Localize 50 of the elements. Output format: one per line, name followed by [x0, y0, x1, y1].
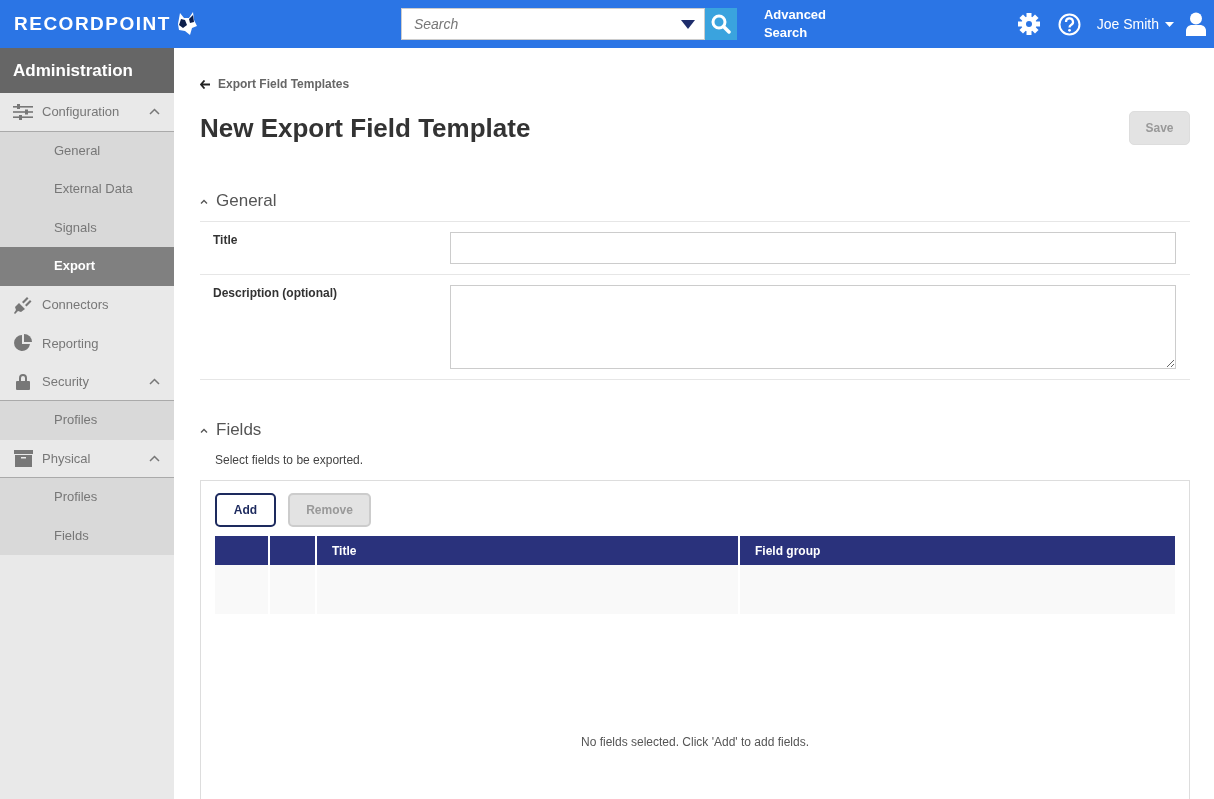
nav-subitem[interactable]: General: [0, 131, 174, 170]
page-title: New Export Field Template: [200, 112, 532, 144]
nav-subitem[interactable]: Fields: [0, 516, 174, 555]
plug-icon: [13, 295, 33, 314]
back-arrow-icon[interactable]: [200, 79, 210, 89]
logo: RECORDPOINT: [14, 13, 171, 35]
chevron-icon[interactable]: [149, 377, 160, 385]
field-label: Description (optional): [213, 285, 338, 300]
header-cell: [215, 536, 269, 565]
collapse-caret-icon[interactable]: [200, 427, 208, 433]
archive-box-icon: [13, 449, 33, 467]
help-icon[interactable]: [1057, 12, 1081, 36]
user-icon[interactable]: [1186, 12, 1206, 36]
nav-subitem[interactable]: Profiles: [0, 401, 174, 440]
header-cell: [269, 536, 316, 565]
nav-item[interactable]: Configuration: [0, 93, 174, 132]
advanced-search-link[interactable]: Advanced Search: [763, 6, 834, 42]
caret-icon: [1165, 21, 1174, 27]
user-menu[interactable]: Joe Smith: [1096, 16, 1174, 32]
column-header[interactable]: Field group: [739, 536, 1175, 565]
section-title: General: [216, 191, 277, 211]
settings-icon[interactable]: [1017, 13, 1040, 35]
sidebar-title: Administration: [0, 48, 174, 93]
collapse-caret-icon[interactable]: [200, 198, 208, 204]
pie-chart-icon: [14, 334, 32, 353]
empty-message: No fields selected. Click 'Add' to add fields.: [581, 735, 809, 749]
nav-subitem[interactable]: Signals: [0, 208, 174, 247]
search-icon: [710, 14, 731, 34]
table-cell: [269, 565, 316, 614]
wolf-head-icon: [176, 11, 197, 37]
input-field[interactable]: [450, 232, 1176, 264]
action-button[interactable]: Add: [215, 493, 276, 527]
hint-text: Select fields to be exported.: [215, 453, 364, 467]
nav-subitem[interactable]: External Data: [0, 170, 174, 209]
search-button[interactable]: [704, 8, 737, 40]
dropdown-caret-icon[interactable]: [680, 20, 695, 29]
table-cell: [215, 565, 269, 614]
chevron-icon[interactable]: [149, 108, 160, 116]
lock-icon: [16, 372, 30, 390]
nav-item[interactable]: Connectors: [0, 285, 174, 324]
chevron-icon[interactable]: [149, 454, 160, 462]
sliders-icon: [13, 103, 33, 120]
section-title: Fields: [216, 420, 262, 440]
breadcrumb-link[interactable]: Export Field Templates: [218, 77, 350, 91]
field-label: Title: [213, 232, 239, 247]
column-header[interactable]: Title: [316, 536, 739, 565]
nav-subitem[interactable]: Export: [0, 247, 174, 286]
search-field[interactable]: Search: [400, 8, 705, 40]
nav-subitem[interactable]: Profiles: [0, 478, 174, 517]
nav-item[interactable]: Reporting: [0, 324, 174, 363]
